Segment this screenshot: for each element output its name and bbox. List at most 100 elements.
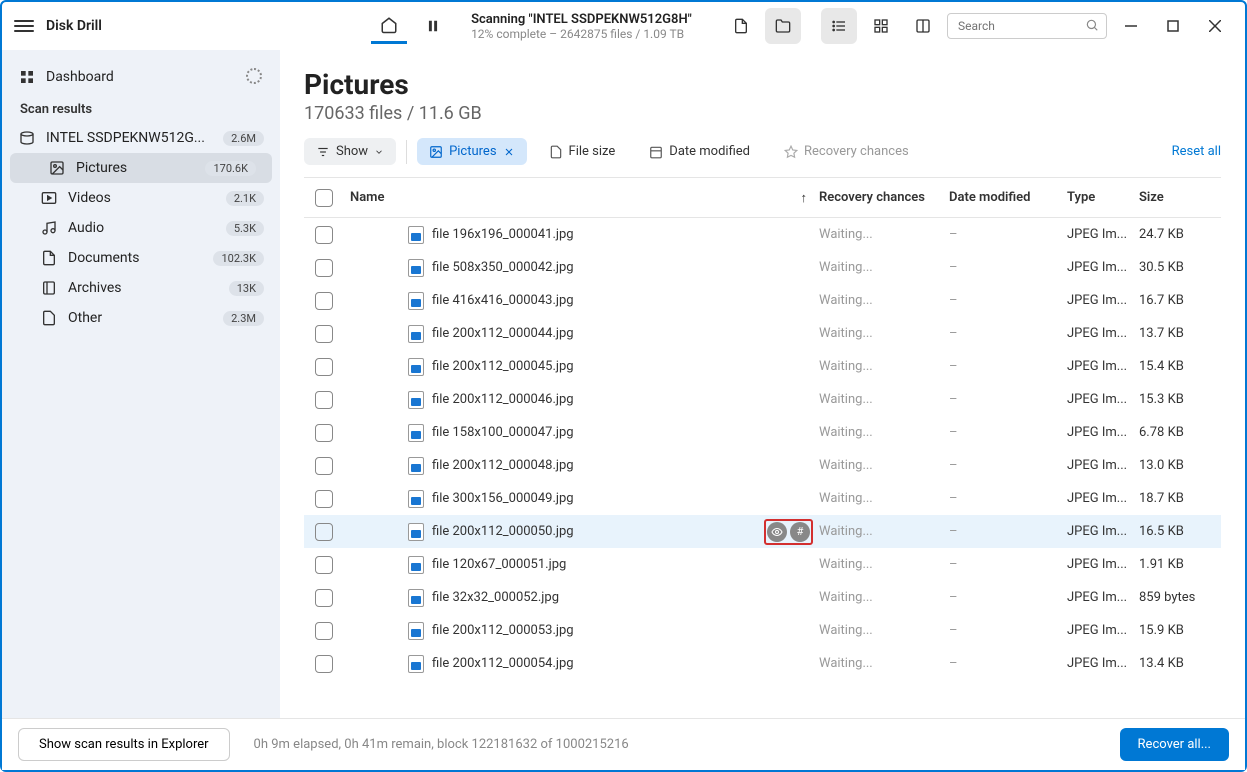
table-row[interactable]: file 120x67_000051.jpgWaiting...–JPEG Im… [304,548,1221,581]
file-size: 15.4 KB [1139,359,1221,374]
search-input[interactable] [947,13,1107,39]
preview-icon[interactable] [767,522,787,542]
recovery-status: Waiting... [819,491,949,506]
close-button[interactable] [1197,8,1233,44]
sidebar-item-pictures[interactable]: Pictures 170.6K [10,153,272,183]
file-name: file 300x156_000049.jpg [432,491,574,506]
sidebar-item-intelssdpeknwg[interactable]: INTEL SSDPEKNW512G...2.6M [2,123,280,153]
count-badge: 170.6K [205,161,256,176]
sidebar-item-label: Pictures [76,160,127,176]
scan-subtitle: 12% complete – 2642875 files / 1.09 TB [471,27,692,41]
minimize-button[interactable] [1113,8,1149,44]
table-row[interactable]: file 196x196_000041.jpgWaiting...–JPEG I… [304,218,1221,251]
file-size: 15.9 KB [1139,623,1221,638]
row-checkbox[interactable] [315,292,333,310]
table-row[interactable]: file 200x112_000046.jpgWaiting...–JPEG I… [304,383,1221,416]
file-icon[interactable] [723,8,759,44]
select-all-checkbox[interactable] [315,189,333,207]
file-type: JPEG Im... [1067,425,1139,440]
table-row[interactable]: file 200x112_000045.jpgWaiting...–JPEG I… [304,350,1221,383]
row-checkbox[interactable] [315,457,333,475]
row-checkbox[interactable] [315,490,333,508]
sidebar-item-videos[interactable]: Videos2.1K [2,183,280,213]
row-checkbox[interactable] [315,226,333,244]
date-modified: – [949,260,1067,275]
row-checkbox[interactable] [315,391,333,409]
close-icon[interactable] [503,146,515,158]
row-checkbox[interactable] [315,622,333,640]
show-filter[interactable]: Show [304,138,396,165]
row-checkbox[interactable] [315,589,333,607]
sidebar: Dashboard Scan results INTEL SSDPEKNW512… [2,50,280,718]
column-recovery[interactable]: Recovery chances [819,190,949,205]
file-type-icon [408,424,424,442]
file-name: file 196x196_000041.jpg [432,227,574,242]
row-checkbox[interactable] [315,358,333,376]
table-row[interactable]: file 32x32_000052.jpgWaiting...–JPEG Im.… [304,581,1221,614]
table-row[interactable]: file 200x112_000054.jpgWaiting...–JPEG I… [304,647,1221,680]
table-row[interactable]: file 158x100_000047.jpgWaiting...–JPEG I… [304,416,1221,449]
file-size: 24.7 KB [1139,227,1221,242]
sidebar-item-label: Dashboard [46,69,114,85]
file-type-icon [408,391,424,409]
file-type-icon [408,556,424,574]
row-checkbox[interactable] [315,259,333,277]
recover-all-button[interactable]: Recover all... [1120,728,1229,761]
list-view-icon[interactable] [821,8,857,44]
file-name: file 200x112_000048.jpg [432,458,574,473]
grid-view-icon[interactable] [863,8,899,44]
table-row[interactable]: file 416x416_000043.jpgWaiting...–JPEG I… [304,284,1221,317]
file-size: 1.91 KB [1139,557,1221,572]
audio-icon [40,219,58,237]
file-name: file 200x112_000046.jpg [432,392,574,407]
recovery-status: Waiting... [819,656,949,671]
pause-button[interactable] [415,8,451,44]
menu-icon[interactable] [14,16,34,36]
date-modified: – [949,227,1067,242]
date-modified: – [949,656,1067,671]
sidebar-item-archives[interactable]: Archives13K [2,273,280,303]
file-size: 13.4 KB [1139,656,1221,671]
sidebar-item-dashboard[interactable]: Dashboard [2,62,280,92]
row-checkbox[interactable] [315,556,333,574]
file-type-icon [408,523,424,541]
file-size: 16.7 KB [1139,293,1221,308]
count-badge: 5.3K [226,221,264,236]
count-badge: 2.1K [226,191,264,206]
column-size[interactable]: Size [1139,190,1221,205]
folder-icon[interactable] [765,8,801,44]
reset-all-link[interactable]: Reset all [1172,144,1221,159]
panel-view-icon[interactable] [905,8,941,44]
sidebar-item-audio[interactable]: Audio5.3K [2,213,280,243]
recovery-status: Waiting... [819,524,949,539]
table-row[interactable]: file 200x112_000050.jpg#Waiting...–JPEG … [304,515,1221,548]
row-checkbox[interactable] [315,655,333,673]
file-type-icon [408,325,424,343]
pictures-filter[interactable]: Pictures [417,138,526,165]
table-row[interactable]: file 200x112_000053.jpgWaiting...–JPEG I… [304,614,1221,647]
file-type-icon [408,622,424,640]
maximize-button[interactable] [1155,8,1191,44]
column-date[interactable]: Date modified [949,190,1067,205]
date-modified-filter[interactable]: Date modified [637,138,762,165]
table-row[interactable]: file 508x350_000042.jpgWaiting...–JPEG I… [304,251,1221,284]
file-size-filter[interactable]: File size [537,138,628,165]
table-row[interactable]: file 300x156_000049.jpgWaiting...–JPEG I… [304,482,1221,515]
hex-icon[interactable]: # [790,522,810,542]
column-name[interactable]: Name↑ [344,190,819,205]
recovery-chances-filter[interactable]: Recovery chances [772,138,921,165]
file-type: JPEG Im... [1067,227,1139,242]
row-checkbox[interactable] [315,523,333,541]
sidebar-item-documents[interactable]: Documents102.3K [2,243,280,273]
show-in-explorer-button[interactable]: Show scan results in Explorer [18,728,230,761]
row-checkbox[interactable] [315,325,333,343]
column-type[interactable]: Type [1067,190,1139,205]
row-checkbox[interactable] [315,424,333,442]
archive-icon [40,279,58,297]
table-row[interactable]: file 200x112_000044.jpgWaiting...–JPEG I… [304,317,1221,350]
home-button[interactable] [371,8,407,44]
table-row[interactable]: file 200x112_000048.jpgWaiting...–JPEG I… [304,449,1221,482]
date-modified: – [949,524,1067,539]
sidebar-item-other[interactable]: Other2.3M [2,303,280,333]
recovery-status: Waiting... [819,590,949,605]
